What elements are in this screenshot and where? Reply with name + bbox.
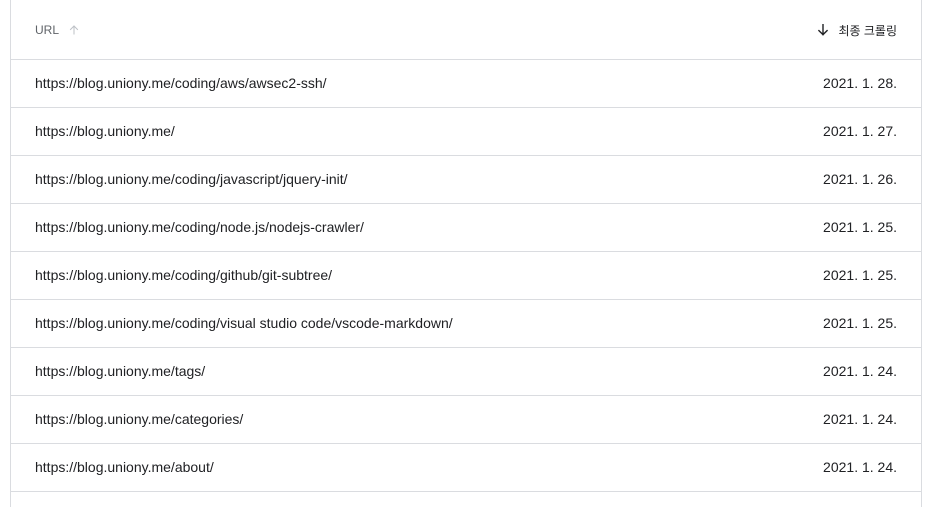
- table-row[interactable]: https://blog.uniony.me/coding/node.js/no…: [11, 204, 921, 252]
- row-url: https://blog.uniony.me/categories/: [35, 411, 244, 427]
- last-crawled-column-header[interactable]: 최종 크롤링: [816, 0, 897, 60]
- row-url: https://blog.uniony.me/coding/javascript…: [35, 171, 348, 187]
- row-last-crawled-date: 2021. 1. 25.: [823, 315, 897, 331]
- url-column-header[interactable]: URL: [35, 0, 81, 60]
- table-body: https://blog.uniony.me/coding/aws/awsec2…: [11, 60, 921, 492]
- crawled-urls-table: URL 최종 크롤링 https://blog.uniony.me/coding…: [10, 0, 922, 507]
- row-url: https://blog.uniony.me/coding/github/git…: [35, 267, 333, 283]
- arrow-down-icon: [816, 23, 830, 37]
- table-row[interactable]: https://blog.uniony.me/coding/javascript…: [11, 156, 921, 204]
- table-row[interactable]: https://blog.uniony.me/coding/github/git…: [11, 252, 921, 300]
- row-last-crawled-date: 2021. 1. 24.: [823, 411, 897, 427]
- row-url: https://blog.uniony.me/about/: [35, 459, 214, 475]
- table-row[interactable]: https://blog.uniony.me/categories/2021. …: [11, 396, 921, 444]
- table-row[interactable]: https://blog.uniony.me/about/2021. 1. 24…: [11, 444, 921, 492]
- row-url: https://blog.uniony.me/coding/aws/awsec2…: [35, 75, 327, 91]
- table-row[interactable]: https://blog.uniony.me/coding/aws/awsec2…: [11, 60, 921, 108]
- row-url: https://blog.uniony.me/tags/: [35, 363, 206, 379]
- row-last-crawled-date: 2021. 1. 25.: [823, 219, 897, 235]
- row-last-crawled-date: 2021. 1. 28.: [823, 75, 897, 91]
- table-header: URL 최종 크롤링: [11, 0, 921, 60]
- row-url: https://blog.uniony.me/coding/node.js/no…: [35, 219, 364, 235]
- row-url: https://blog.uniony.me/coding/visual stu…: [35, 315, 453, 331]
- row-last-crawled-date: 2021. 1. 24.: [823, 459, 897, 475]
- row-last-crawled-date: 2021. 1. 26.: [823, 171, 897, 187]
- page: URL 최종 크롤링 https://blog.uniony.me/coding…: [0, 0, 925, 507]
- arrow-up-icon: [67, 23, 81, 37]
- last-crawled-column-label: 최종 크롤링: [838, 23, 897, 38]
- row-last-crawled-date: 2021. 1. 24.: [823, 363, 897, 379]
- table-row[interactable]: https://blog.uniony.me/2021. 1. 27.: [11, 108, 921, 156]
- table-row[interactable]: https://blog.uniony.me/tags/2021. 1. 24.: [11, 348, 921, 396]
- row-url: https://blog.uniony.me/: [35, 123, 175, 139]
- url-column-label: URL: [35, 23, 60, 37]
- row-last-crawled-date: 2021. 1. 27.: [823, 123, 897, 139]
- table-row[interactable]: https://blog.uniony.me/coding/visual stu…: [11, 300, 921, 348]
- row-last-crawled-date: 2021. 1. 25.: [823, 267, 897, 283]
